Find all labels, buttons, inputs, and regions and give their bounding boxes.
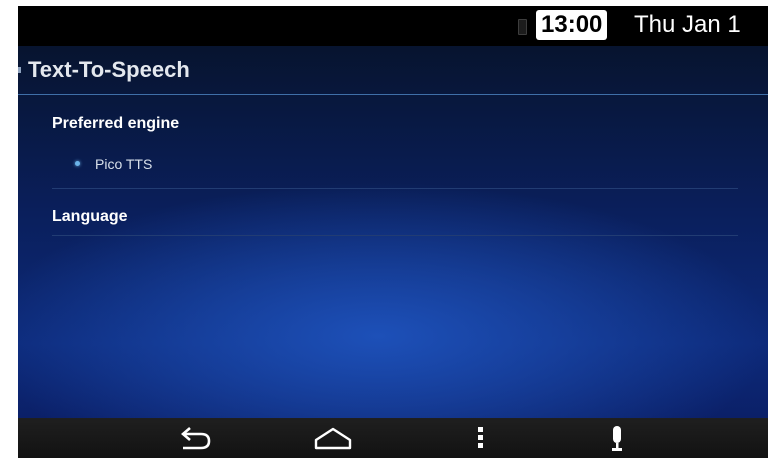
back-button[interactable] (163, 418, 223, 458)
battery-icon (518, 19, 527, 35)
selected-dot-icon (75, 161, 80, 166)
menu-icon (478, 427, 483, 448)
language-header: Language (52, 208, 128, 225)
engine-option-label: Pico TTS (95, 156, 153, 172)
divider (52, 235, 738, 236)
settings-content: Text-To-Speech Preferred engine Pico TTS… (18, 46, 768, 418)
microphone-icon (612, 426, 622, 451)
menu-button[interactable] (453, 418, 513, 458)
clock-date: Thu Jan 1 (634, 11, 741, 38)
preferred-engine-header: Preferred engine (52, 115, 180, 132)
home-button[interactable] (303, 418, 363, 458)
page-title: Text-To-Speech (28, 57, 190, 82)
navigation-bar (18, 418, 768, 458)
screen: 13:00 Thu Jan 1 Text-To-Speech Preferred… (18, 6, 768, 458)
engine-option-pico-tts[interactable]: Pico TTS (52, 146, 738, 186)
divider (52, 188, 738, 189)
status-bar: 13:00 Thu Jan 1 (18, 6, 768, 46)
back-icon (181, 427, 211, 450)
home-icon (314, 427, 352, 450)
action-bar[interactable]: Text-To-Speech (18, 46, 768, 95)
up-caret-icon (18, 67, 21, 73)
language-setting[interactable] (52, 198, 738, 234)
microphone-button[interactable] (588, 418, 648, 458)
clock-time: 13:00 (536, 10, 608, 40)
